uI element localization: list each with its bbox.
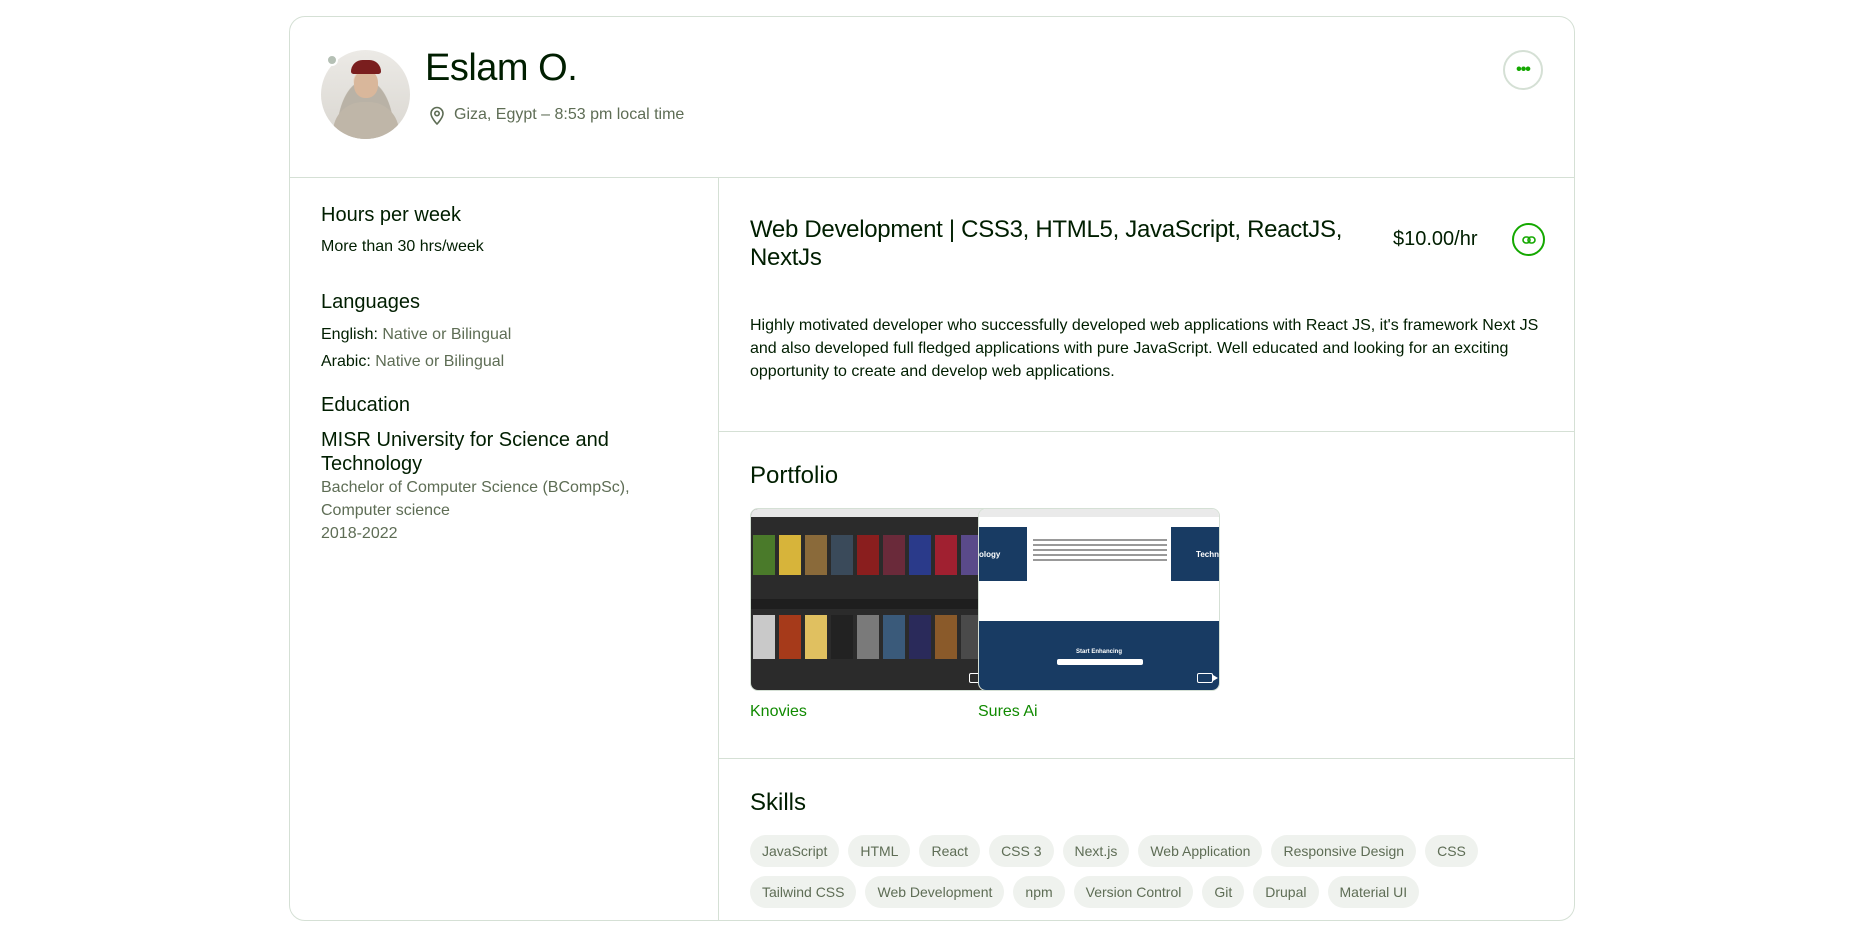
skill-chip[interactable]: JavaScript bbox=[750, 835, 840, 867]
hours-title: Hours per week bbox=[321, 204, 462, 226]
hours-per-week-section: Hours per week More than 30 hrs/week bbox=[321, 204, 484, 256]
location-text: Giza, Egypt – 8:53 pm local time bbox=[454, 106, 685, 123]
skill-chip[interactable]: Next.js bbox=[1062, 835, 1130, 867]
profile-overview: Highly motivated developer who successfu… bbox=[750, 317, 1539, 380]
link-icon bbox=[1521, 235, 1536, 244]
map-pin-icon bbox=[430, 106, 444, 125]
profile-main: Web Development | CSS3, HTML5, JavaScrip… bbox=[719, 178, 1574, 920]
language-item: English: Native or Bilingual bbox=[321, 325, 511, 345]
portfolio-item-title[interactable]: Knovies bbox=[750, 703, 992, 721]
skill-chip[interactable]: Drupal bbox=[1253, 876, 1319, 908]
language-level: Native or Bilingual bbox=[382, 326, 512, 343]
language-item: Arabic: Native or Bilingual bbox=[321, 352, 511, 372]
copy-link-button[interactable] bbox=[1512, 223, 1545, 256]
portfolio-item-title[interactable]: Sures Ai bbox=[978, 703, 1220, 721]
skill-chip[interactable]: Web Application bbox=[1138, 835, 1263, 867]
skill-chip[interactable]: npm bbox=[1013, 876, 1065, 908]
skill-chip[interactable]: Responsive Design bbox=[1271, 835, 1417, 867]
hourly-rate: $10.00/hr bbox=[1393, 228, 1478, 250]
portfolio-section: Portfolio Knovies ology Techn Start Enha… bbox=[719, 432, 1574, 759]
skill-chip[interactable]: Material UI bbox=[1327, 876, 1420, 908]
skill-chip[interactable]: Web Development bbox=[865, 876, 1005, 908]
skill-chip[interactable]: CSS 3 bbox=[989, 835, 1054, 867]
languages-title: Languages bbox=[321, 291, 420, 313]
profile-sidebar: Hours per week More than 30 hrs/week Lan… bbox=[290, 178, 719, 920]
ellipsis-icon: ••• bbox=[1516, 61, 1531, 78]
languages-section: Languages English: Native or Bilingual A… bbox=[321, 291, 511, 372]
skill-chip[interactable]: Tailwind CSS bbox=[750, 876, 857, 908]
skill-chip[interactable]: CSS bbox=[1425, 835, 1478, 867]
skill-chip[interactable]: React bbox=[919, 835, 981, 867]
location: Giza, Egypt – 8:53 pm local time bbox=[428, 105, 684, 125]
education-degree: Bachelor of Computer Science (BCompSc), … bbox=[321, 479, 630, 519]
skill-chip[interactable]: Git bbox=[1202, 876, 1245, 908]
portfolio-item[interactable]: Knovies bbox=[750, 508, 992, 721]
freelancer-name: Eslam O. bbox=[425, 47, 578, 89]
profile-card: Eslam O. Giza, Egypt – 8:53 pm local tim… bbox=[289, 16, 1575, 921]
portfolio-thumbnail-sures-ai[interactable]: ology Techn Start Enhancing bbox=[978, 508, 1220, 691]
education-years: 2018-2022 bbox=[321, 525, 398, 542]
sures-right-panel: Techn bbox=[1171, 527, 1219, 581]
hours-value: More than 30 hrs/week bbox=[321, 238, 484, 255]
portfolio-thumbnail-knovies[interactable] bbox=[750, 508, 992, 691]
education-title: Education bbox=[321, 394, 410, 416]
skill-chip[interactable]: Version Control bbox=[1073, 876, 1194, 908]
education-school[interactable]: MISR University for Science and Technolo… bbox=[321, 428, 651, 476]
language-name: Arabic: bbox=[321, 353, 371, 370]
more-options-button[interactable]: ••• bbox=[1503, 50, 1543, 90]
online-status-dot bbox=[326, 54, 338, 66]
skills-list: JavaScript HTML React CSS 3 Next.js Web … bbox=[750, 835, 1540, 908]
sures-right-text: Techn bbox=[1196, 549, 1219, 559]
title-section: Web Development | CSS3, HTML5, JavaScrip… bbox=[719, 178, 1574, 432]
profile-header: Eslam O. Giza, Egypt – 8:53 pm local tim… bbox=[290, 17, 1574, 178]
sures-left-text: ology bbox=[979, 549, 1001, 559]
skills-title: Skills bbox=[750, 789, 807, 816]
portfolio-title: Portfolio bbox=[750, 462, 839, 489]
sures-cta-text: Start Enhancing bbox=[1075, 649, 1122, 655]
education-section: Education MISR University for Science an… bbox=[321, 394, 651, 545]
language-level: Native or Bilingual bbox=[375, 353, 505, 370]
skill-chip[interactable]: HTML bbox=[848, 835, 911, 867]
language-name: English: bbox=[321, 326, 378, 343]
video-icon bbox=[1197, 673, 1218, 683]
skills-section: Skills JavaScript HTML React CSS 3 Next.… bbox=[719, 759, 1574, 920]
sures-left-panel: ology bbox=[979, 527, 1027, 581]
portfolio-item[interactable]: ology Techn Start Enhancing Sures Ai bbox=[978, 508, 1220, 721]
job-title: Web Development | CSS3, HTML5, JavaScrip… bbox=[750, 216, 1343, 271]
